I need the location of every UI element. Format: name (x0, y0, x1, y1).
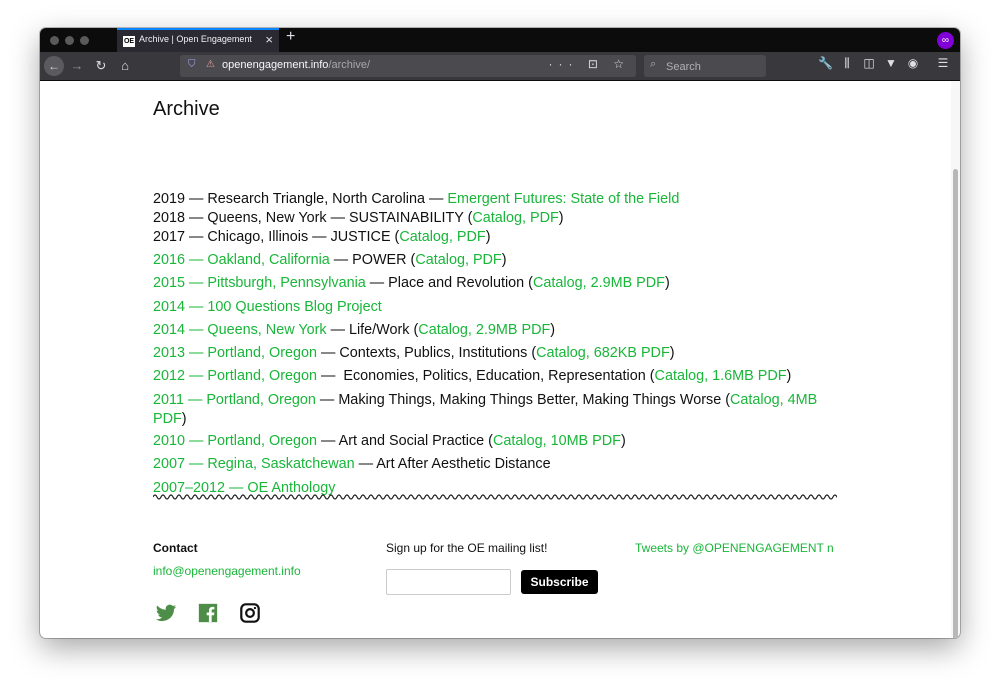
entry-text: — Place and Revolution ( (365, 275, 533, 291)
entry-text: — Contexts, Publics, Institutions ( (317, 345, 537, 361)
catalog-link[interactable]: Catalog, PDF (415, 252, 501, 268)
page-actions[interactable]: ··· ⊡ ☆ (549, 57, 630, 71)
tab-close-icon[interactable]: × (265, 32, 273, 47)
home-button[interactable]: ⌂ (116, 56, 134, 76)
event-link[interactable]: 2013 — Portland, Oregon (153, 345, 317, 361)
event-link[interactable]: 2007 — Regina, Saskatchewan (153, 456, 355, 472)
page-title: Archive (153, 98, 220, 120)
forward-button[interactable]: → (68, 56, 86, 76)
entry-text: 2017 — Chicago, Illinois — JUSTICE ( (153, 229, 400, 245)
entry-suffix: ) (181, 411, 187, 427)
event-link[interactable]: 2014 — Queens, New York (153, 322, 327, 338)
vpn-icon[interactable]: ▼ (884, 56, 898, 70)
entry-suffix: ) (664, 275, 670, 291)
entry-text: — Economies, Politics, Education, Repres… (317, 368, 655, 384)
catalog-link[interactable]: Catalog, 2.9MB PDF (418, 322, 550, 338)
entry-text: — Life/Work ( (326, 322, 419, 338)
event-link[interactable]: 2014 — 100 Questions Blog Project (153, 299, 382, 315)
entry-text: — Making Things, Making Things Better, M… (315, 392, 730, 408)
event-link[interactable]: 2010 — Portland, Oregon (153, 433, 317, 449)
url-bar[interactable]: ⛉ ⚠ openengagement.info/archive/ ··· ⊡ ☆ (180, 55, 636, 77)
url-host: openengagement.info (222, 59, 329, 71)
insecure-lock-icon[interactable]: ⚠ (206, 59, 215, 70)
reload-button[interactable]: ↻ (92, 56, 110, 76)
tab-title: Archive | Open Engagement (139, 34, 252, 44)
entry-suffix: ) (550, 322, 556, 338)
entry-suffix: ) (620, 433, 626, 449)
tweets-link[interactable]: Tweets by @OPENENGAGEMENT n (635, 541, 834, 555)
mailing-list-label: Sign up for the OE mailing list! (386, 541, 548, 555)
navigation-toolbar: ← → ↻ ⌂ ⛉ ⚠ openengagement.info/archive/… (40, 52, 960, 81)
subscribe-button[interactable]: Subscribe (521, 570, 598, 594)
search-input[interactable] (664, 58, 764, 76)
private-mask-icon: ∞ (937, 32, 954, 49)
archive-entry-2010: 2010 — Portland, Oregon — Art and Social… (153, 432, 833, 451)
archive-entry-2019: 2019 — Research Triangle, North Carolina… (153, 190, 833, 209)
entry-text: — POWER ( (329, 252, 416, 268)
entry-suffix: ) (669, 345, 675, 361)
search-box[interactable]: ⌕ (644, 55, 766, 77)
event-link[interactable]: 2012 — Portland, Oregon (153, 368, 317, 384)
tab-bar: OE Archive | Open Engagement × + ∞ (40, 28, 960, 52)
event-link[interactable]: 2011 — Portland, Oregon (153, 392, 316, 408)
url-text[interactable]: openengagement.info/archive/ (222, 59, 370, 71)
shield-icon[interactable]: ⛉ (188, 59, 196, 70)
url-path: /archive/ (328, 59, 371, 71)
wrench-icon[interactable]: 🔧 (818, 56, 833, 70)
entry-suffix: ) (485, 229, 491, 245)
archive-entry-2013: 2013 — Portland, Oregon — Contexts, Publ… (153, 344, 833, 363)
archive-entry-2007: 2007 — Regina, Saskatchewan — Art After … (153, 455, 833, 474)
browser-window: OE Archive | Open Engagement × + ∞ ← → ↻… (40, 28, 960, 638)
event-link[interactable]: 2016 — Oakland, California (153, 252, 330, 268)
entry-year: 2019 (153, 191, 186, 207)
entry-text: — Art and Social Practice ( (317, 433, 493, 449)
tab-favicon: OE (123, 36, 135, 47)
event-link[interactable]: 2015 — Pittsburgh, Pennsylvania (153, 275, 366, 291)
catalog-link[interactable]: Catalog, 682KB PDF (536, 345, 670, 361)
scrollbar-thumb[interactable] (953, 169, 958, 638)
catalog-link[interactable]: Catalog, 10MB PDF (493, 433, 621, 449)
page-scrollbar[interactable] (951, 81, 960, 638)
instagram-icon[interactable] (239, 602, 261, 624)
archive-entry-2014: 2014 — Queens, New York — Life/Work (Cat… (153, 321, 833, 340)
close-window-button[interactable] (50, 36, 59, 45)
entry-suffix: ) (786, 368, 792, 384)
catalog-link[interactable]: Catalog, 1.6MB PDF (655, 368, 787, 384)
entry-suffix: ) (558, 210, 564, 226)
twitter-icon[interactable] (155, 602, 177, 624)
catalog-link[interactable]: Catalog, PDF (399, 229, 485, 245)
search-icon: ⌕ (650, 58, 657, 70)
sidebar-icon[interactable]: ◫ (862, 56, 876, 70)
entry-place: Research Triangle, North Carolina (207, 191, 425, 207)
page-content: Archive 2019 — Research Triangle, North … (40, 81, 951, 638)
entry-suffix: ) (501, 252, 507, 268)
archive-entry-2012: 2012 — Portland, Oregon — Economies, Pol… (153, 367, 833, 386)
catalog-link[interactable]: Catalog, PDF (472, 210, 558, 226)
catalog-link[interactable]: Catalog, 2.9MB PDF (533, 275, 665, 291)
minimize-window-button[interactable] (65, 36, 74, 45)
library-icon[interactable]: ⫼ (840, 56, 854, 71)
entry-sep: — (424, 191, 448, 207)
menu-icon[interactable]: ☰ (936, 56, 950, 70)
emergent-futures-link[interactable]: Emergent Futures: State of the Field (447, 191, 679, 207)
wavy-divider (153, 494, 837, 500)
tab-archive[interactable]: OE Archive | Open Engagement × (117, 28, 279, 52)
archive-entry-2018: 2018 — Queens, New York — SUSTAINABILITY… (153, 209, 833, 228)
email-field[interactable] (386, 569, 511, 595)
entry-text: — Art After Aesthetic Distance (354, 456, 551, 472)
archive-entry-2016: 2016 — Oakland, California — POWER (Cata… (153, 251, 833, 270)
facebook-icon[interactable] (197, 602, 219, 624)
zoom-window-button[interactable] (80, 36, 89, 45)
archive-entry-2015: 2015 — Pittsburgh, Pennsylvania — Place … (153, 274, 833, 293)
contact-heading: Contact (153, 541, 198, 555)
entry-text: 2018 — Queens, New York — SUSTAINABILITY… (153, 210, 473, 226)
archive-entry-2017: 2017 — Chicago, Illinois — JUSTICE (Cata… (153, 228, 833, 247)
account-icon[interactable]: ◉ (906, 56, 920, 70)
archive-entry-2014-questions: 2014 — 100 Questions Blog Project (153, 298, 833, 317)
archive-entry-2011: 2011 — Portland, Oregon — Making Things,… (153, 391, 833, 429)
back-button[interactable]: ← (44, 56, 64, 76)
entry-sep: — (185, 191, 208, 207)
contact-email-link[interactable]: info@openengagement.info (153, 564, 301, 578)
new-tab-button[interactable]: + (286, 28, 295, 46)
